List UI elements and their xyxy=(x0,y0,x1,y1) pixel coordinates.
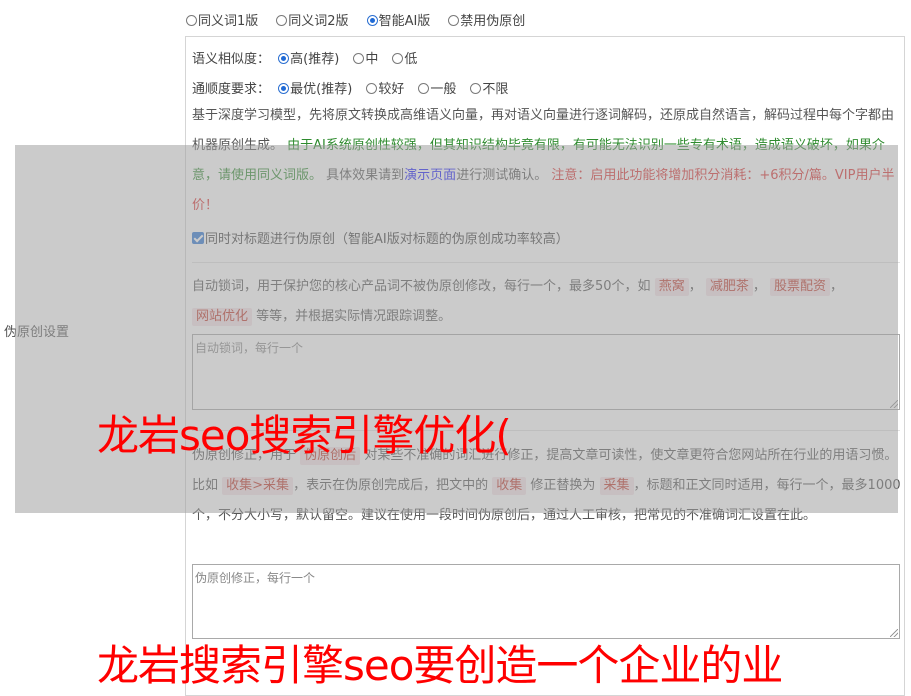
similarity-label: 语义相似度： xyxy=(192,52,271,67)
radio-button[interactable] xyxy=(276,15,288,26)
similarity-option-label: 中 xyxy=(365,52,379,67)
fluency-option[interactable]: 一般 xyxy=(418,78,456,97)
separator: ， xyxy=(688,279,702,294)
watermark-text: 龙岩seo搜索引擎优化( xyxy=(97,411,512,460)
mode-option[interactable]: 禁用伪原创 xyxy=(448,10,525,29)
radio-button[interactable] xyxy=(366,83,378,94)
mode-option[interactable]: 同义词2版 xyxy=(276,10,349,29)
mode-option[interactable]: 智能AI版 xyxy=(366,10,431,29)
radio-button[interactable] xyxy=(278,83,290,94)
fluency-option-label: 一般 xyxy=(430,82,457,97)
lock-words-description: 自动锁词，用于保护您的核心产品词不被伪原创修改，每行一个，最多50个，如 燕窝，… xyxy=(192,272,902,332)
fluency-option[interactable]: 较好 xyxy=(366,78,404,97)
lock-word-chip: 燕窝 xyxy=(654,278,689,296)
mode-option-label: 禁用伪原创 xyxy=(460,14,526,29)
ai-description: 基于深度学习模型，先将原文转换成高维语义向量，再对语义向量进行逐词解码，还原成自… xyxy=(192,101,902,221)
mode-option-label: 同义词1版 xyxy=(198,14,259,29)
lock-word-chip: 网站优化 xyxy=(192,308,253,326)
radio-button[interactable] xyxy=(392,53,404,64)
correction-text: 修正替换为 xyxy=(530,478,596,493)
mode-option[interactable]: 同义词1版 xyxy=(186,10,258,29)
fluency-option[interactable]: 不限 xyxy=(470,78,508,97)
watermark-text-2: 龙岩搜索引擎seo要创造一个企业的业 xyxy=(97,641,783,690)
fluency-row: 通顺度要求： 最优(推荐) 较好 一般 不限 xyxy=(192,78,522,97)
correction-chip: 收集>采集 xyxy=(222,477,294,495)
radio-button[interactable] xyxy=(418,83,430,94)
lock-word-chip: 减肥茶 xyxy=(705,278,753,296)
mode-radio-group: 同义词1版 同义词2版 智能AI版 禁用伪原创 xyxy=(186,10,543,29)
radio-button[interactable] xyxy=(448,15,460,26)
similarity-option[interactable]: 中 xyxy=(353,48,378,67)
lock-words-intro: 自动锁词，用于保护您的核心产品词不被伪原创修改，每行一个，最多50个，如 xyxy=(192,279,651,294)
similarity-option-label: 低 xyxy=(404,52,418,67)
fluency-option-label: 较好 xyxy=(378,82,405,97)
correction-chip: 采集 xyxy=(599,477,634,495)
lock-words-outro: 等等，并根据实际情况跟踪调整。 xyxy=(256,309,452,324)
separator: ， xyxy=(830,279,844,294)
fluency-option-label: 最优(推荐) xyxy=(290,82,353,97)
mode-option-label: 同义词2版 xyxy=(288,14,349,29)
divider xyxy=(192,262,900,263)
similarity-option-label: 高(推荐) xyxy=(290,52,340,67)
mode-option-label: 智能AI版 xyxy=(378,14,431,29)
fluency-option-label: 不限 xyxy=(482,82,509,97)
title-checkbox-label: 同时对标题进行伪原创（智能AI版对标题的伪原创成功率较高） xyxy=(205,232,569,247)
description-text-2: 具体效果请到 xyxy=(326,168,405,183)
resize-grip-icon[interactable] xyxy=(890,400,898,408)
title-checkbox-row[interactable]: 同时对标题进行伪原创（智能AI版对标题的伪原创成功率较高） xyxy=(192,228,569,247)
radio-button[interactable] xyxy=(353,53,365,64)
correction-text: ，表示在伪原创完成后，把文中的 xyxy=(293,478,489,493)
lock-word-chip: 股票配资 xyxy=(770,278,831,296)
description-text-3: 进行测试确认。 xyxy=(456,168,548,183)
lock-words-input[interactable] xyxy=(192,334,900,410)
title-checkbox[interactable] xyxy=(192,232,204,244)
radio-button[interactable] xyxy=(470,83,482,94)
section-label: 伪原创设置 xyxy=(4,325,70,340)
fluency-label: 通顺度要求： xyxy=(192,82,271,97)
correction-input[interactable] xyxy=(192,564,900,639)
similarity-option[interactable]: 高(推荐) xyxy=(278,48,339,67)
radio-button[interactable] xyxy=(366,15,378,26)
resize-grip-icon[interactable] xyxy=(890,629,898,637)
radio-button[interactable] xyxy=(186,15,197,26)
radio-button[interactable] xyxy=(278,53,290,64)
separator: ， xyxy=(752,279,766,294)
similarity-row: 语义相似度： 高(推荐) 中 低 xyxy=(192,48,431,67)
fluency-option[interactable]: 最优(推荐) xyxy=(278,78,352,97)
correction-chip: 收集 xyxy=(492,477,527,495)
similarity-option[interactable]: 低 xyxy=(392,48,417,67)
demo-page-link[interactable]: 演示页面 xyxy=(404,168,456,183)
